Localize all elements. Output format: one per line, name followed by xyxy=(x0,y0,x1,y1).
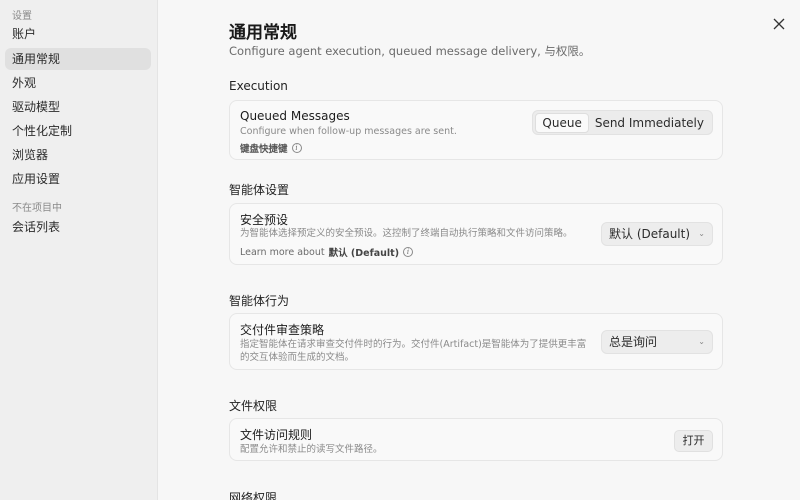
sidebar-item-app-settings[interactable]: 应用设置 xyxy=(5,168,151,190)
sidebar-item-general[interactable]: 通用常规 xyxy=(5,48,151,70)
sidebar-section-other: 不在项目中 xyxy=(12,203,62,214)
section-title-file-permissions: 文件权限 xyxy=(229,399,278,413)
security-preset-value: 默认 (Default) xyxy=(609,227,691,241)
queued-messages-desc: Configure when follow-up messages are se… xyxy=(240,126,457,137)
file-access-title: 文件访问规则 xyxy=(240,428,313,442)
artifact-review-desc-line2: 的交互体验而生成的文档。 xyxy=(240,352,355,363)
sidebar-item-account[interactable]: 账户 xyxy=(5,23,151,45)
sidebar-item-conversations[interactable]: 会话列表 xyxy=(5,216,151,238)
security-preset-card: 安全预设 为智能体选择预定义的安全预设。这控制了终端自动执行策略和文件访问策略。… xyxy=(229,203,723,265)
open-file-rules-button[interactable]: 打开 xyxy=(674,430,713,452)
info-icon[interactable]: i xyxy=(291,143,302,153)
sidebar-item-customization[interactable]: 个性化定制 xyxy=(5,120,151,142)
artifact-review-dropdown[interactable]: 总是询问 ⌄ xyxy=(601,330,713,354)
queued-messages-card: Queued Messages Configure when follow-up… xyxy=(229,100,723,160)
sidebar: 设置 账户 通用常规 外观 驱动模型 个性化定制 浏览器 应用设置 不在项目中 … xyxy=(0,0,158,500)
sidebar-item-models[interactable]: 驱动模型 xyxy=(5,96,151,118)
sidebar-item-browser[interactable]: 浏览器 xyxy=(5,144,151,166)
chevron-down-icon: ⌄ xyxy=(698,229,705,238)
keyboard-shortcut-label: 键盘快捷键 xyxy=(240,144,288,155)
learn-more-target: 默认 (Default) xyxy=(328,248,400,259)
section-title-agent-behavior: 智能体行为 xyxy=(229,294,290,308)
page-subtitle: Configure agent execution, queued messag… xyxy=(229,44,591,58)
chevron-down-icon: ⌄ xyxy=(698,337,705,346)
section-title-execution: Execution xyxy=(229,79,288,93)
learn-more-prefix: Learn more about xyxy=(240,246,325,258)
page-title: 通用常规 xyxy=(229,23,297,43)
queue-mode-segmented-control: Queue Send Immediately xyxy=(532,110,713,135)
artifact-review-card: 交付件审查策略 指定智能体在请求审查交付件时的行为。交付件(Artifact)是… xyxy=(229,313,723,370)
queued-messages-title: Queued Messages xyxy=(240,109,350,123)
artifact-review-value: 总是询问 xyxy=(609,335,658,349)
queue-option-button[interactable]: Queue xyxy=(535,112,589,133)
section-title-network-permissions: 网络权限 xyxy=(229,491,278,500)
file-access-card: 文件访问规则 配置允许和禁止的读写文件路径。 打开 xyxy=(229,418,723,461)
info-icon[interactable]: i xyxy=(403,247,414,257)
security-preset-dropdown[interactable]: 默认 (Default) ⌄ xyxy=(601,222,713,246)
sidebar-section-settings: 设置 xyxy=(12,11,32,22)
security-preset-title: 安全预设 xyxy=(240,213,289,227)
learn-more-link[interactable]: Learn more about 默认 (Default) i xyxy=(240,245,414,259)
file-access-desc: 配置允许和禁止的读写文件路径。 xyxy=(240,444,383,455)
sidebar-item-appearance[interactable]: 外观 xyxy=(5,72,151,94)
section-title-agent-settings: 智能体设置 xyxy=(229,183,290,197)
send-immediately-option-button[interactable]: Send Immediately xyxy=(589,113,710,133)
main-content: 通用常规 Configure agent execution, queued m… xyxy=(158,0,800,500)
artifact-review-desc-line1: 指定智能体在请求审查交付件时的行为。交付件(Artifact)是智能体为了提供更… xyxy=(240,339,587,350)
security-preset-desc: 为智能体选择预定义的安全预设。这控制了终端自动执行策略和文件访问策略。 xyxy=(240,228,573,239)
keyboard-shortcut-link[interactable]: 键盘快捷键 i xyxy=(240,141,302,155)
artifact-review-title: 交付件审查策略 xyxy=(240,323,325,337)
